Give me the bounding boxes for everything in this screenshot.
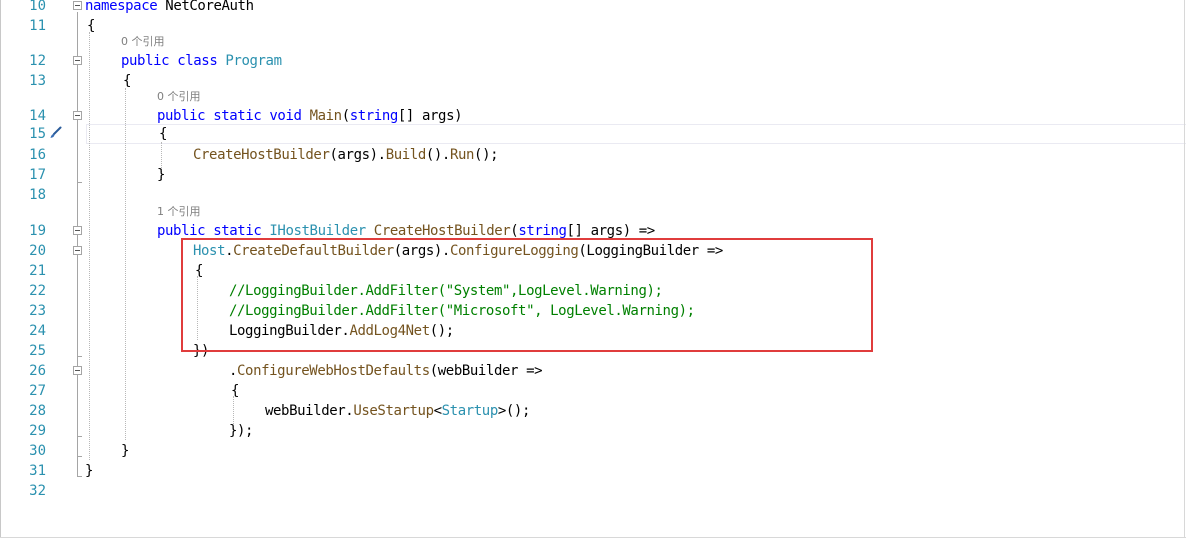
brace: } bbox=[157, 167, 166, 183]
editor-right-border bbox=[1184, 0, 1185, 538]
punctuation: . bbox=[229, 363, 238, 379]
fold-collapse-icon[interactable] bbox=[73, 111, 82, 120]
punctuation: (). bbox=[425, 147, 450, 163]
code-line[interactable]: 31 } bbox=[0, 461, 1186, 481]
line-number: 10 bbox=[29, 0, 46, 14]
code-line[interactable]: 10 namespace NetCoreAuth bbox=[0, 0, 1186, 16]
brace: { bbox=[159, 126, 168, 142]
keyword: public static void bbox=[157, 108, 302, 124]
line-number: 12 bbox=[29, 53, 46, 69]
keyword: namespace bbox=[85, 0, 158, 14]
line-number: 17 bbox=[29, 167, 46, 183]
brace: } bbox=[85, 463, 94, 479]
line-number: 25 bbox=[29, 343, 46, 359]
method-name: Build bbox=[385, 147, 427, 163]
brace: { bbox=[123, 73, 132, 89]
type-name: Startup bbox=[441, 403, 499, 419]
line-number: 21 bbox=[29, 263, 46, 279]
line-number: 29 bbox=[29, 423, 46, 439]
fold-collapse-icon[interactable] bbox=[73, 226, 82, 235]
method-name: UseStartup bbox=[353, 403, 434, 419]
code-line[interactable]: 30 } bbox=[0, 441, 1186, 461]
fold-collapse-icon[interactable] bbox=[73, 1, 82, 10]
line-number: 20 bbox=[29, 243, 46, 259]
brace: { bbox=[231, 383, 240, 399]
type-name: IHostBuilder bbox=[269, 223, 366, 239]
code-editor[interactable]: 10 namespace NetCoreAuth 11 { 0 个引用 12 p… bbox=[0, 0, 1186, 538]
code-line[interactable]: 11 { bbox=[0, 16, 1186, 36]
line-number: 31 bbox=[29, 463, 46, 479]
line-number: 30 bbox=[29, 443, 46, 459]
brace: }); bbox=[229, 423, 254, 439]
line-number: 27 bbox=[29, 383, 46, 399]
fold-collapse-icon[interactable] bbox=[73, 366, 82, 375]
parameters: [] args) bbox=[397, 108, 463, 124]
code-line[interactable]: 29 }); bbox=[0, 421, 1186, 441]
method-name: ConfigureWebHostDefaults bbox=[237, 363, 430, 379]
code-line[interactable]: 26 .ConfigureWebHostDefaults(webBuilder … bbox=[0, 361, 1186, 381]
code-line[interactable]: 27 { bbox=[0, 381, 1186, 401]
keyword: string bbox=[518, 223, 567, 239]
keyword: string bbox=[349, 108, 399, 124]
line-number: 18 bbox=[29, 187, 46, 203]
line-number: 15 bbox=[29, 126, 46, 142]
identifier: webBuilder. bbox=[265, 403, 354, 419]
brace: { bbox=[87, 18, 96, 34]
brace: } bbox=[121, 443, 130, 459]
line-number: 23 bbox=[29, 303, 46, 319]
line-number: 13 bbox=[29, 73, 46, 89]
method-name: Main bbox=[309, 108, 343, 124]
punctuation: ( bbox=[341, 108, 350, 124]
class-name: Program bbox=[225, 53, 282, 69]
line-number: 11 bbox=[29, 18, 46, 34]
keyword: public static bbox=[157, 223, 262, 239]
code-line[interactable]: 17 } bbox=[0, 165, 1186, 185]
line-number: 24 bbox=[29, 323, 46, 339]
code-lens-references[interactable]: 0 个引用 bbox=[157, 91, 201, 103]
punctuation: (); bbox=[474, 147, 499, 163]
line-number: 19 bbox=[29, 223, 46, 239]
lambda-param: (webBuilder => bbox=[429, 363, 543, 379]
highlight-annotation-box bbox=[181, 238, 873, 352]
line-number: 26 bbox=[29, 363, 46, 379]
code-line[interactable]: 16 CreateHostBuilder(args).Build().Run()… bbox=[0, 145, 1186, 165]
line-number: 14 bbox=[29, 108, 46, 124]
code-lens-references[interactable]: 1 个引用 bbox=[157, 206, 201, 218]
parameters: [] args) => bbox=[566, 223, 656, 239]
code-line[interactable]: 18 bbox=[0, 185, 1186, 205]
punctuation: >(); bbox=[497, 403, 531, 419]
code-line[interactable]: 15 { bbox=[0, 124, 1186, 144]
line-number: 16 bbox=[29, 147, 46, 163]
method-name: CreateHostBuilder bbox=[193, 147, 330, 163]
punctuation: < bbox=[433, 403, 442, 419]
line-number: 32 bbox=[29, 483, 46, 499]
keyword: public class bbox=[121, 53, 218, 69]
fold-collapse-icon[interactable] bbox=[73, 56, 82, 65]
code-lens-references[interactable]: 0 个引用 bbox=[121, 36, 165, 48]
code-line[interactable]: 13 { bbox=[0, 71, 1186, 91]
code-line[interactable]: 14 public static void Main(string[] args… bbox=[0, 106, 1186, 126]
method-name: CreateHostBuilder bbox=[373, 223, 511, 239]
code-line[interactable]: 12 public class Program bbox=[0, 51, 1186, 71]
method-name: Run bbox=[449, 147, 475, 163]
fold-collapse-icon[interactable] bbox=[73, 246, 82, 255]
line-number: 28 bbox=[29, 403, 46, 419]
code-line[interactable]: 32 bbox=[0, 481, 1186, 501]
line-number: 22 bbox=[29, 283, 46, 299]
punctuation: (args). bbox=[329, 147, 387, 163]
code-line[interactable]: 28 webBuilder.UseStartup<Startup>(); bbox=[0, 401, 1186, 421]
namespace-name: NetCoreAuth bbox=[157, 0, 254, 14]
